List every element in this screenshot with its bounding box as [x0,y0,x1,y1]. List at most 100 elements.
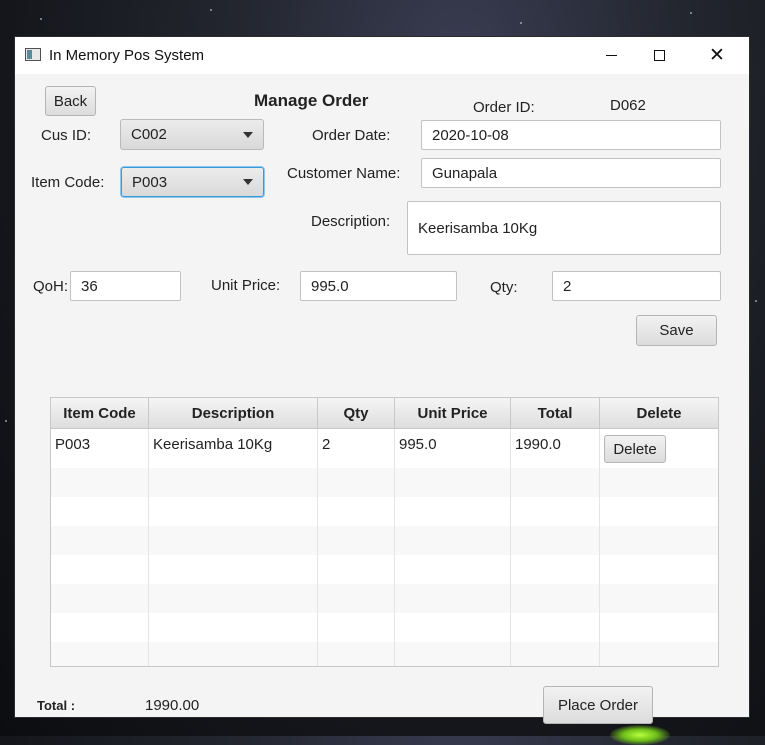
star [40,18,42,20]
empty-cell [511,642,600,666]
cell-qty: 2 [318,429,395,468]
star [210,9,212,11]
empty-cell [51,497,149,526]
customer-name-field[interactable]: Gunapala [421,158,721,188]
empty-cell [395,526,511,555]
empty-cell [511,555,600,584]
table-row-empty [51,613,718,642]
chevron-down-icon [243,179,253,185]
unit-price-field[interactable]: 995.0 [300,271,457,301]
item-code-selected: P003 [132,173,168,191]
cell-item-code: P003 [51,429,149,468]
empty-cell [51,584,149,613]
desktop-glow [610,725,670,745]
unit-price-value: 995.0 [311,277,349,295]
empty-cell [511,468,600,497]
empty-cell [511,497,600,526]
empty-cell [149,584,318,613]
title-bar[interactable]: In Memory Pos System ✕ [15,37,749,74]
empty-cell [51,526,149,555]
total-value: 1990.00 [145,697,200,714]
empty-cell [395,468,511,497]
place-order-button[interactable]: Place Order [543,686,653,724]
qty-field[interactable]: 2 [552,271,721,301]
empty-cell [149,613,318,642]
empty-cell [51,555,149,584]
item-code-label: Item Code: [31,174,105,191]
cell-description: Keerisamba 10Kg [149,429,318,468]
empty-cell [318,468,395,497]
column-header-unit-price[interactable]: Unit Price [395,398,511,428]
order-date-value: 2020-10-08 [432,126,509,144]
qoh-value: 36 [81,277,98,295]
empty-cell [149,555,318,584]
cell-unit-price: 995.0 [395,429,511,468]
cus-id-combobox[interactable]: C002 [120,119,264,150]
empty-cell [318,642,395,666]
star [755,300,757,302]
close-icon: ✕ [709,44,725,66]
cell-total: 1990.0 [511,429,600,468]
empty-cell [395,555,511,584]
order-id-value: D062 [610,97,646,114]
empty-cell [318,584,395,613]
order-date-label: Order Date: [312,127,391,144]
empty-cell [395,642,511,666]
table-row[interactable]: P003 Keerisamba 10Kg 2 995.0 1990.0 Dele… [51,429,718,468]
maximize-icon [653,50,665,61]
close-button[interactable]: ✕ [694,37,740,74]
back-button[interactable]: Back [45,86,96,116]
manage-order-form: Back Manage Order Order ID: D062 Cus ID:… [15,74,749,724]
qoh-field[interactable]: 36 [70,271,181,301]
maximize-button[interactable] [636,37,682,74]
empty-cell [51,642,149,666]
table-header: Item Code Description Qty Unit Price Tot… [51,398,718,429]
column-header-qty[interactable]: Qty [318,398,395,428]
empty-cell [149,642,318,666]
item-code-combobox[interactable]: P003 [121,167,264,197]
column-header-delete[interactable]: Delete [600,398,718,428]
qty-label: Qty: [490,279,518,296]
window-title: In Memory Pos System [49,47,205,64]
table-row-empty [51,526,718,555]
table-row-empty [51,497,718,526]
order-date-field[interactable]: 2020-10-08 [421,120,721,150]
customer-name-value: Gunapala [432,164,498,182]
empty-cell [318,613,395,642]
cell-delete: Delete [600,429,718,468]
app-window: In Memory Pos System ✕ Back Manage Order… [15,37,749,724]
column-header-total[interactable]: Total [511,398,600,428]
empty-cell [511,584,600,613]
delete-row-button[interactable]: Delete [604,435,666,463]
total-label: Total : [37,698,76,713]
table-row-empty [51,468,718,497]
save-button[interactable]: Save [636,315,717,346]
chevron-down-icon [243,131,253,138]
empty-cell [395,497,511,526]
star [520,22,522,24]
empty-cell [318,526,395,555]
description-field[interactable]: Keerisamba 10Kg [407,201,721,255]
star [5,420,7,422]
page-title: Manage Order [254,91,369,110]
table-row-empty [51,584,718,613]
empty-cell [511,613,600,642]
empty-cell [395,613,511,642]
minimize-button[interactable] [588,37,634,74]
empty-cell [318,555,395,584]
empty-cell [511,526,600,555]
star [690,12,692,14]
empty-cell [51,468,149,497]
description-label: Description: [311,213,391,230]
cus-id-label: Cus ID: [41,127,92,144]
minimize-icon [605,55,617,56]
empty-cell [149,497,318,526]
empty-cell [51,613,149,642]
empty-cell [149,526,318,555]
order-id-label: Order ID: [473,99,535,116]
order-items-table: Item Code Description Qty Unit Price Tot… [50,397,719,667]
qty-value: 2 [563,277,572,295]
column-header-description[interactable]: Description [149,398,318,428]
app-window-icon [25,48,41,61]
column-header-item-code[interactable]: Item Code [51,398,149,428]
